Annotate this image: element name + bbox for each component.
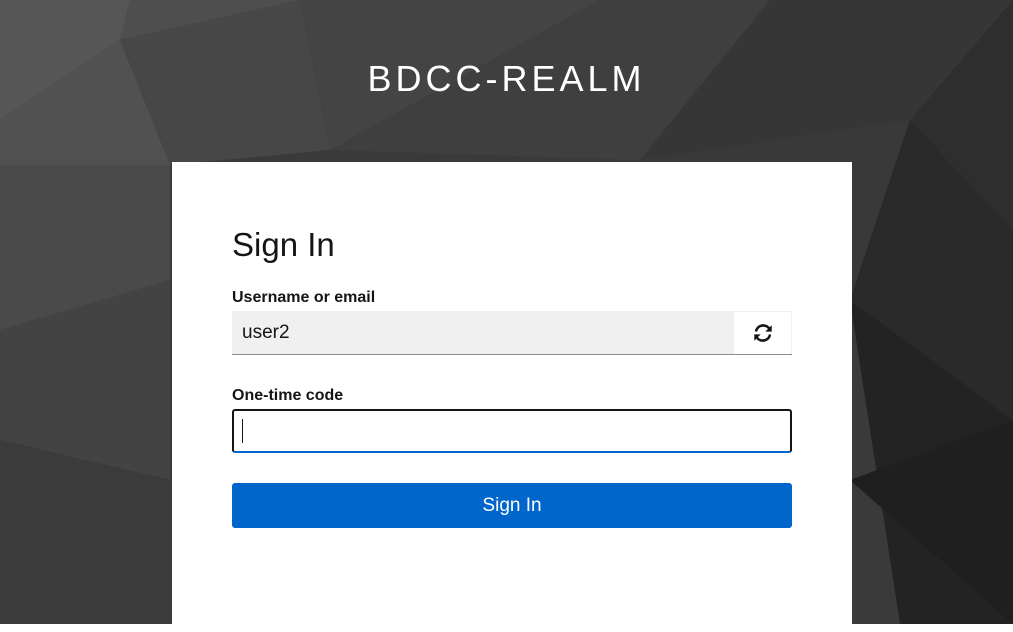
login-card: Sign In Username or email user2 One-time… (172, 162, 852, 632)
sign-in-button[interactable]: Sign In (232, 483, 792, 528)
username-label: Username or email (232, 289, 376, 306)
username-readonly-group: user2 (232, 311, 792, 355)
otp-label: One-time code (232, 387, 344, 404)
realm-title: BDCC-REALM (367, 58, 646, 99)
refresh-icon (753, 324, 772, 342)
text-cursor (242, 419, 243, 443)
restart-login-button[interactable] (733, 311, 792, 354)
page-title: Sign In (232, 226, 335, 263)
username-readonly-field: user2 (232, 311, 733, 354)
otp-input[interactable] (232, 409, 792, 453)
